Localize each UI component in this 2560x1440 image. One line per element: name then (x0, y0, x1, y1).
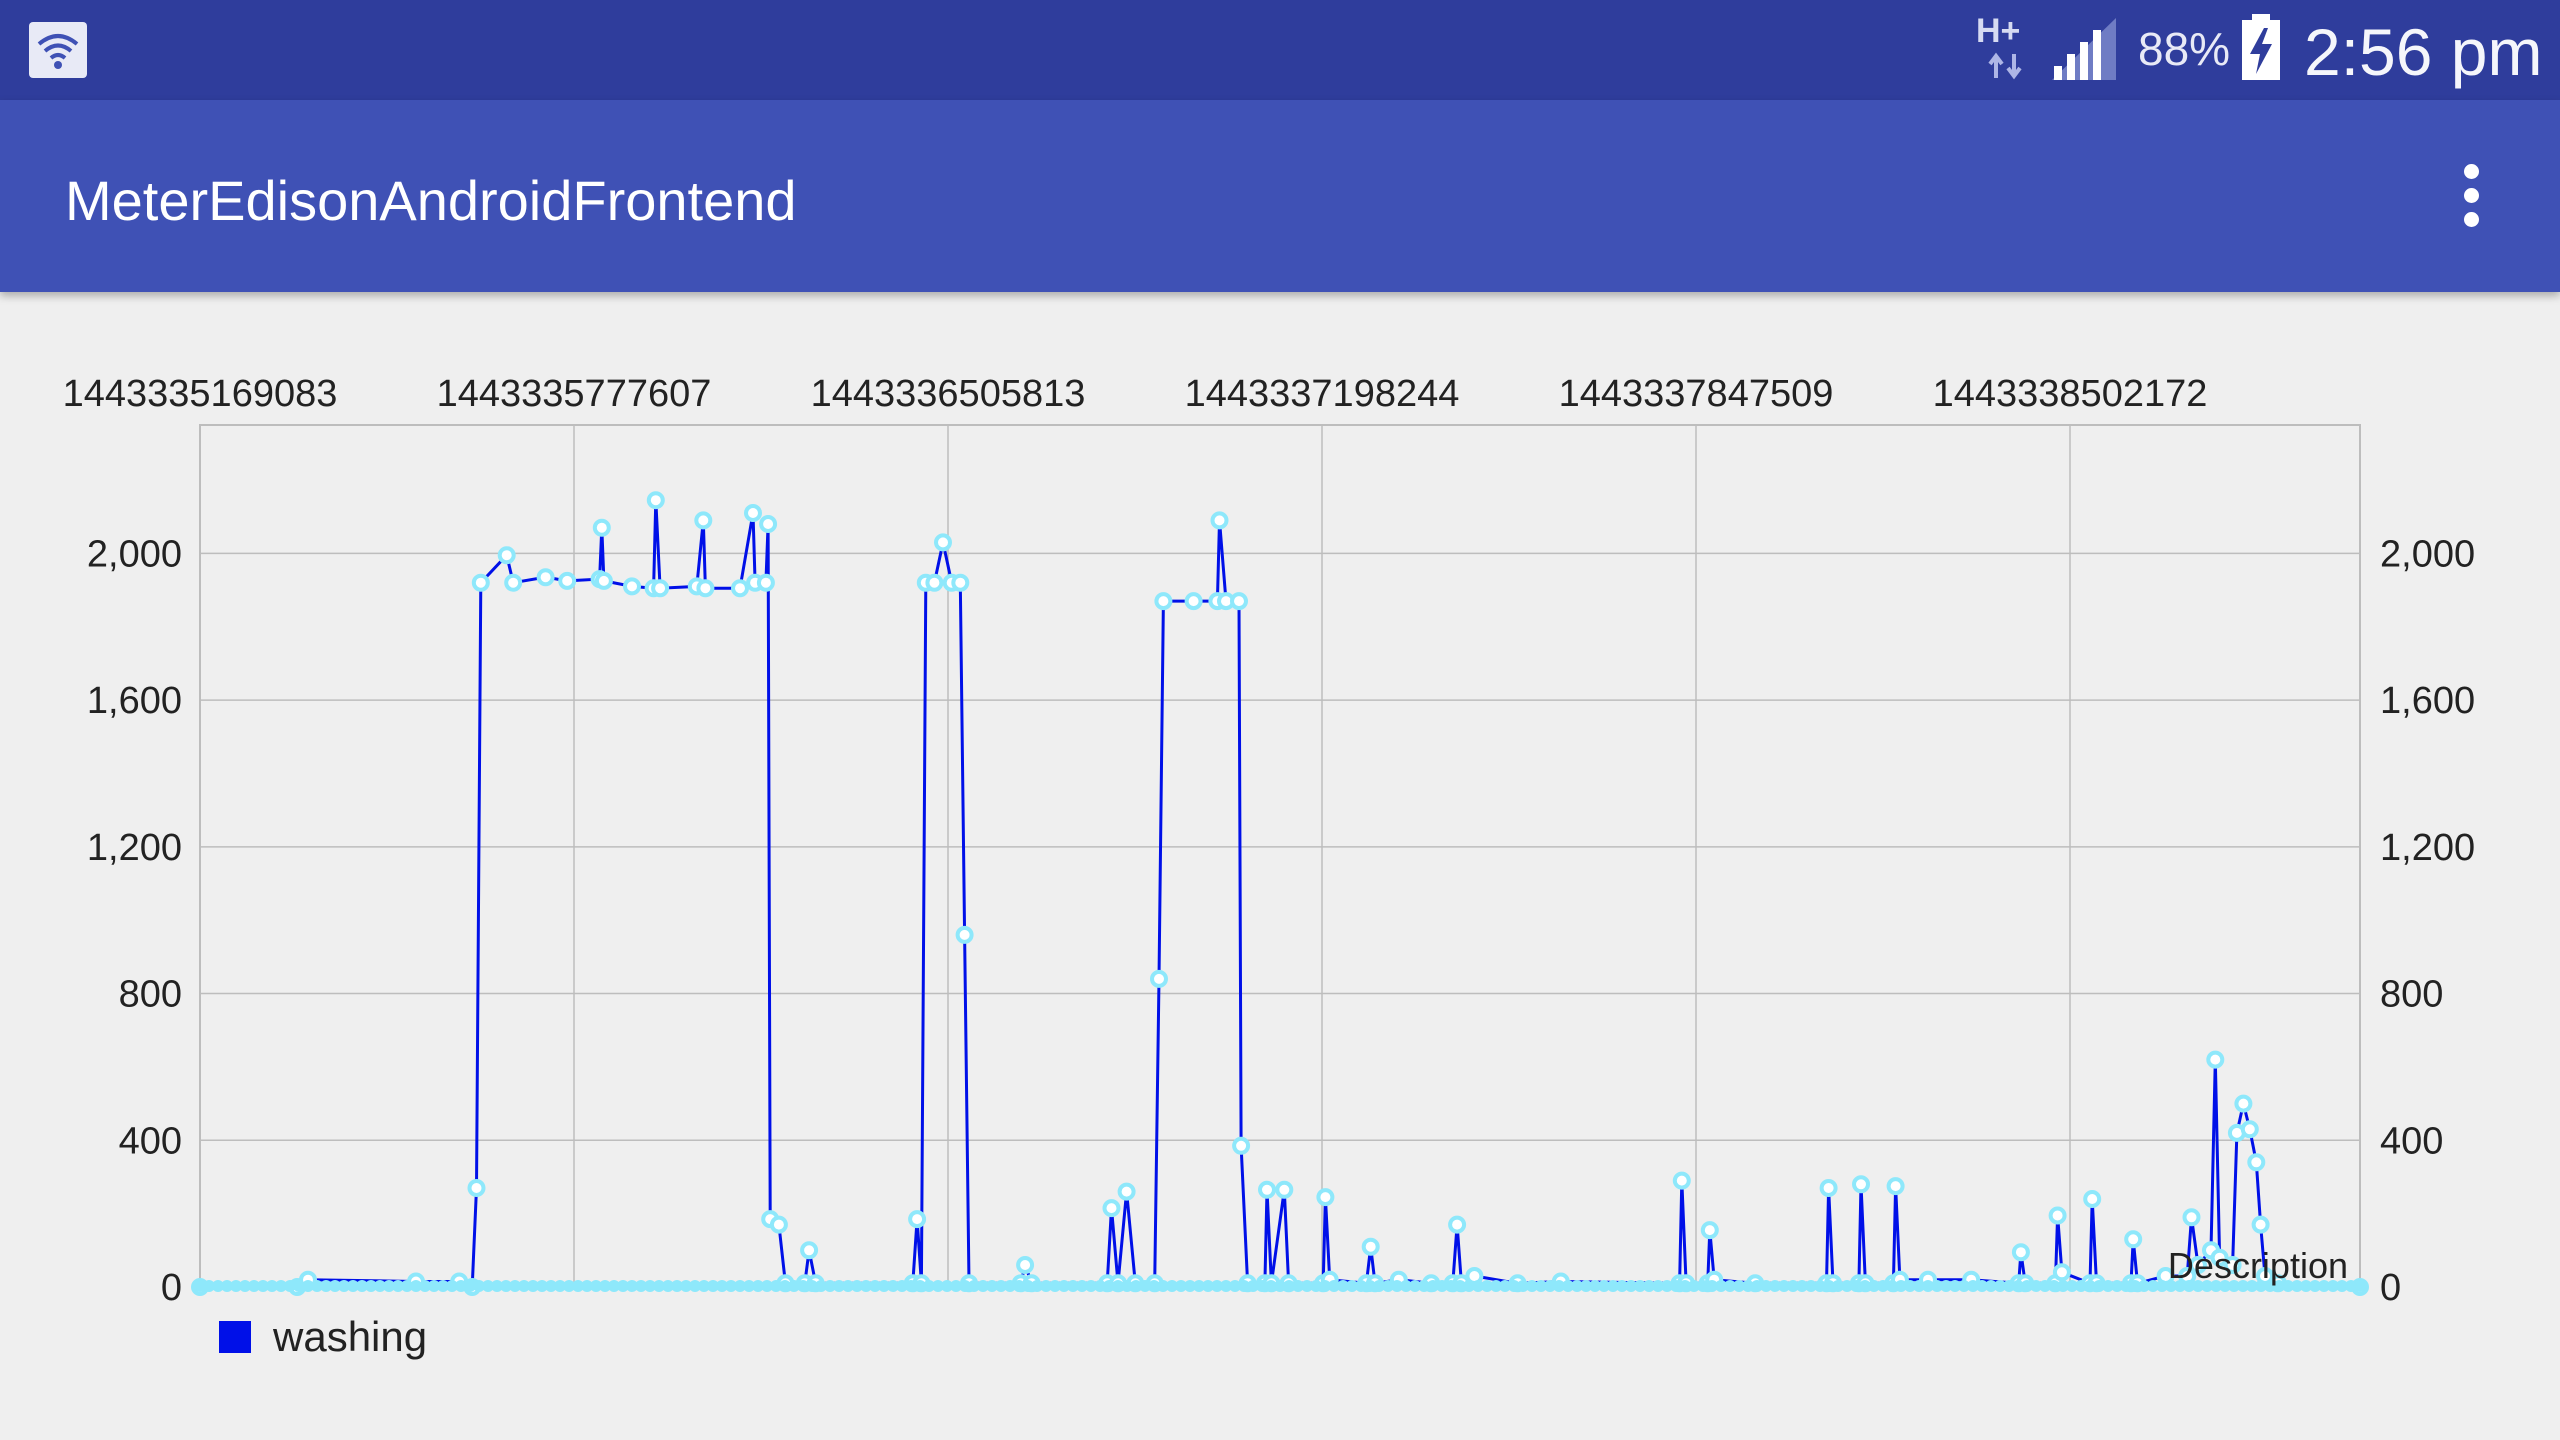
data-point (955, 925, 974, 944)
data-point (1232, 1136, 1251, 1155)
y-tick-label-right: 1,200 (2380, 827, 2475, 869)
status-bar: H+ 88% 2:56 pm (0, 0, 2560, 100)
data-point (1672, 1171, 1691, 1190)
data-point (2247, 1153, 2266, 1172)
data-point (497, 546, 516, 565)
data-point (744, 504, 762, 522)
x-tick-label: 1443335777607 (437, 373, 712, 415)
data-point (2182, 1208, 2201, 1227)
clock: 2:56 pm (2304, 15, 2543, 89)
y-tick-label-right: 800 (2380, 974, 2443, 1016)
data-point (2234, 1094, 2253, 1113)
data-point (731, 579, 749, 598)
app-bar: MeterEdisonAndroidFrontend (0, 100, 2560, 292)
chart-description: Description (2168, 1245, 2348, 1286)
y-tick-label-right: 0 (2380, 1267, 2401, 1309)
data-point (646, 491, 665, 510)
data-point (651, 579, 670, 598)
data-point (1275, 1180, 1294, 1199)
data-point (1102, 1199, 1121, 1218)
data-point (594, 571, 613, 590)
y-tick-label-left: 2,000 (87, 533, 182, 575)
data-point (471, 573, 490, 592)
y-tick-label-left: 1,200 (87, 827, 182, 869)
data-point (2011, 1243, 2030, 1262)
x-tick-label: 1443338502172 (1933, 373, 2208, 415)
data-point (1258, 1180, 1276, 1199)
network-type-label: H+ (1976, 12, 2021, 50)
wifi-icon (29, 22, 87, 78)
data-point (1230, 592, 1248, 611)
data-point (1316, 1188, 1335, 1207)
legend-label: washing (273, 1313, 428, 1360)
data-point (504, 573, 523, 592)
x-tick-label: 1443335169083 (63, 373, 338, 415)
data-point (1852, 1175, 1870, 1194)
y-tick-label-left: 1,600 (87, 680, 182, 722)
data-point (2240, 1120, 2259, 1139)
data-point (769, 1215, 788, 1234)
data-point (1154, 592, 1173, 611)
x-tick-label: 1443337847509 (1559, 373, 1834, 415)
data-point (908, 1210, 927, 1229)
data-point (2251, 1215, 2270, 1234)
data-arrows-icon (1988, 52, 2022, 80)
data-point (467, 1179, 486, 1197)
data-point (2052, 1263, 2071, 1282)
data-point (1886, 1177, 1905, 1196)
battery-percentage: 88% (2138, 23, 2231, 75)
data-point (2124, 1230, 2143, 1249)
data-point (800, 1241, 819, 1260)
legend-swatch (219, 1321, 251, 1353)
data-point (2048, 1206, 2067, 1225)
data-point (1819, 1179, 1838, 1197)
y-tick-label-left: 400 (119, 1120, 182, 1162)
data-point (694, 511, 713, 530)
data-point (1700, 1221, 1719, 1240)
baseline-marker (2354, 1280, 2366, 1292)
y-tick-label-left: 800 (119, 974, 182, 1016)
data-point (558, 571, 577, 590)
data-point (1361, 1237, 1380, 1256)
plot-frame (199, 424, 2361, 1288)
data-point (759, 515, 778, 533)
app-title: MeterEdisonAndroidFrontend (65, 169, 797, 232)
data-point (2083, 1190, 2102, 1208)
data-point (623, 577, 641, 596)
data-point (1117, 1182, 1136, 1201)
data-point (1448, 1215, 1467, 1234)
data-point (696, 579, 715, 598)
data-point (1150, 969, 1168, 988)
data-point (951, 573, 970, 592)
data-point (934, 533, 952, 552)
data-point (536, 568, 555, 587)
data-point (1016, 1256, 1035, 1274)
chart[interactable]: 0 0 400 400 800 800 1,200 1,200 1,600 1,600 2,000 2… (0, 292, 2560, 1440)
x-tick-label: 1443336505813 (811, 373, 1086, 415)
battery-charging-icon (2242, 14, 2280, 80)
y-tick-label-right: 400 (2380, 1120, 2443, 1162)
y-tick-label-right: 2,000 (2380, 533, 2475, 575)
data-point (925, 573, 944, 592)
data-point (1184, 592, 1203, 611)
data-point (2206, 1050, 2225, 1069)
x-tick-label: 1443337198244 (1185, 373, 1460, 415)
overflow-menu-icon[interactable] (2440, 150, 2500, 240)
y-tick-label-right: 1,600 (2380, 680, 2475, 722)
data-point (592, 518, 611, 537)
y-tick-label-left: 0 (161, 1267, 182, 1309)
data-point (1210, 511, 1229, 530)
signal-icon (2052, 18, 2116, 80)
series-line-washing (200, 500, 2361, 1290)
data-point (756, 573, 775, 592)
